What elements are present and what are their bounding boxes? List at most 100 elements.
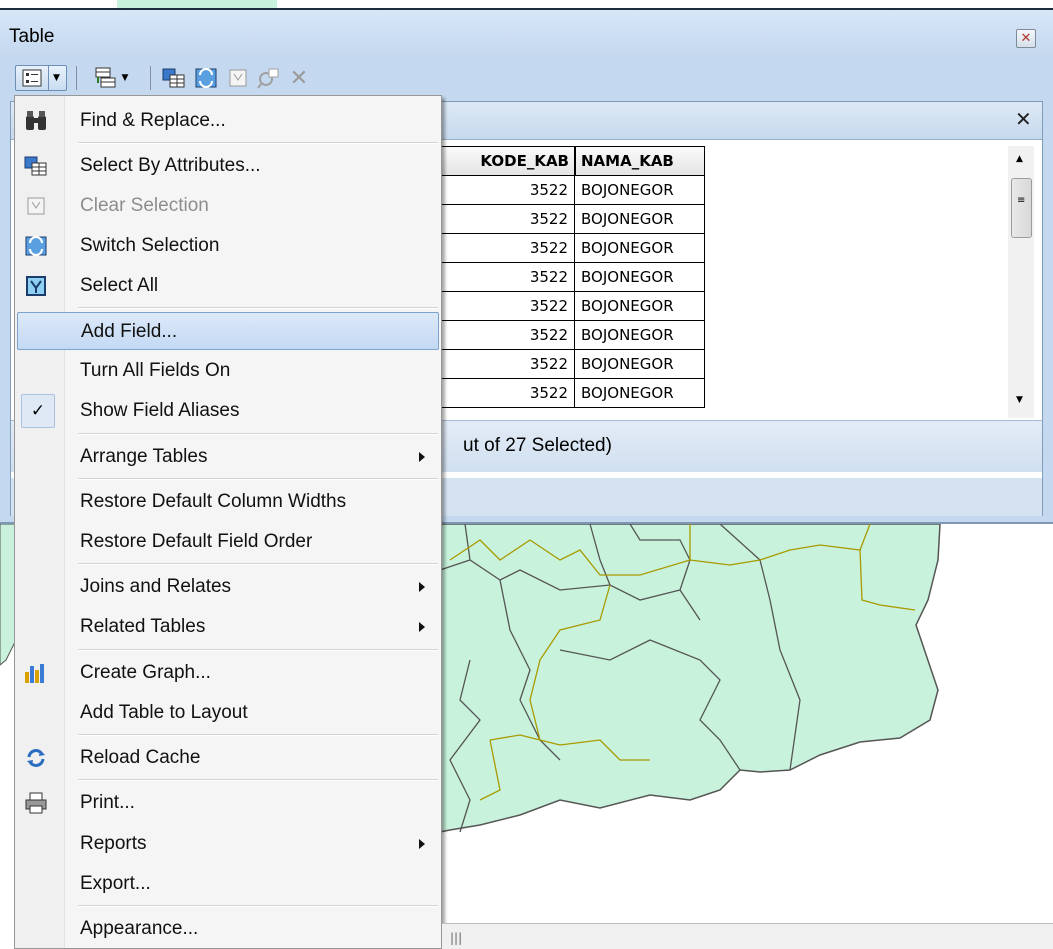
submenu-arrow-icon [419, 582, 425, 592]
menu-item-label: Select All [80, 275, 159, 296]
close-tab-icon[interactable]: ✕ [1015, 107, 1032, 131]
menu-item-joins-and-relates[interactable]: Joins and Relates [17, 568, 439, 606]
menu-item-reload-cache[interactable]: Reload Cache [17, 739, 439, 777]
map-region-top [117, 0, 277, 8]
menu-item-restore-default-field-order[interactable]: Restore Default Field Order [17, 523, 439, 561]
table-cell[interactable]: 3522 [441, 321, 575, 350]
select-all-icon [23, 273, 49, 299]
menu-item-label: Joins and Relates [80, 576, 232, 597]
table-cell[interactable]: BOJONEGOR [575, 205, 705, 234]
printer-icon [23, 790, 49, 816]
window-title: Table [9, 26, 55, 47]
menu-item-appearance[interactable]: Appearance... [17, 910, 439, 948]
clear-selection-icon [229, 69, 247, 87]
menu-item-select-all[interactable]: Select All [17, 267, 439, 305]
table-options-button[interactable]: ▼ [15, 65, 67, 91]
menu-item-label: Print... [80, 792, 135, 813]
table-cell[interactable]: BOJONEGOR [575, 176, 705, 205]
submenu-arrow-icon [419, 839, 425, 849]
submenu-arrow-icon [419, 622, 425, 632]
close-icon: ✕ [1020, 31, 1032, 46]
table-cell[interactable]: BOJONEGOR [575, 263, 705, 292]
menu-item-create-graph[interactable]: Create Graph... [17, 654, 439, 692]
table-cell[interactable]: 3522 [441, 292, 575, 321]
menu-item-related-tables[interactable]: Related Tables [17, 608, 439, 646]
menu-item-find-replace[interactable]: Find & Replace... [17, 102, 439, 140]
bar-chart-icon [23, 660, 49, 686]
menu-separator [78, 649, 438, 651]
menu-item-label: Restore Default Column Widths [80, 491, 347, 512]
switch-selection-toolbar-button[interactable] [192, 65, 220, 91]
scroll-up-icon[interactable]: ▲ [1016, 154, 1023, 164]
title-bar: Table ✕ [0, 10, 1053, 58]
table-cell[interactable]: BOJONEGOR [575, 379, 705, 408]
refresh-icon [23, 745, 49, 771]
table-cell[interactable]: 3522 [441, 263, 575, 292]
menu-item-add-field[interactable]: Add Field... [17, 312, 439, 350]
menu-item-label: Add Table to Layout [80, 702, 248, 723]
table-cell[interactable]: BOJONEGOR [575, 292, 705, 321]
scroll-down-icon[interactable]: ▼ [1016, 395, 1023, 405]
menu-item-add-table-to-layout[interactable]: Add Table to Layout [17, 694, 439, 732]
menu-item-label: Turn All Fields On [80, 360, 231, 381]
menu-item-reports[interactable]: Reports [17, 825, 439, 863]
table-cell[interactable]: BOJONEGOR [575, 234, 705, 263]
related-tables-button[interactable]: ▼ [86, 65, 136, 91]
table-cell[interactable]: BOJONEGOR [575, 350, 705, 379]
zoom-to-selected-toolbar-button[interactable] [255, 65, 281, 91]
select-by-attributes-icon [162, 68, 185, 88]
menu-item-label: Reports [80, 833, 147, 854]
menu-item-label: Appearance... [80, 918, 199, 939]
menu-separator [78, 307, 438, 309]
close-window-button[interactable]: ✕ [1016, 29, 1036, 48]
clear-selection-toolbar-button[interactable] [225, 65, 251, 91]
menu-item-show-field-aliases[interactable]: ✓ Show Field Aliases [17, 392, 439, 430]
menu-item-turn-all-fields-on[interactable]: Turn All Fields On [17, 352, 439, 390]
menu-separator [78, 779, 438, 781]
table-options-icon [22, 69, 42, 87]
column-header-kode-kab[interactable]: KODE_KAB [441, 146, 575, 176]
menu-separator [78, 142, 438, 144]
menu-item-label: Restore Default Field Order [80, 531, 313, 552]
select-by-attributes-toolbar-button[interactable] [160, 65, 188, 91]
menu-item-label: Export... [80, 873, 151, 894]
table-cell[interactable]: 3522 [441, 350, 575, 379]
related-tables-icon [95, 67, 116, 88]
checkmark-icon: ✓ [21, 394, 55, 428]
menu-separator [78, 734, 438, 736]
clear-selection-icon [23, 193, 49, 219]
menu-item-label: Add Field... [81, 321, 178, 342]
menu-item-switch-selection[interactable]: Switch Selection [17, 227, 439, 265]
submenu-arrow-icon [419, 452, 425, 462]
scrollbar-thumb[interactable]: ≡ [1011, 178, 1032, 238]
menu-item-print[interactable]: Print... [17, 784, 439, 822]
menu-separator [78, 433, 438, 435]
column-header-nama-kab[interactable]: NAMA_KAB [575, 146, 705, 176]
table-cell[interactable]: 3522 [441, 379, 575, 408]
dropdown-arrow-icon: ▼ [53, 73, 60, 83]
horizontal-scrollbar[interactable]: ||| [442, 923, 1053, 949]
menu-item-arrange-tables[interactable]: Arrange Tables [17, 438, 439, 476]
zoom-to-selected-icon [257, 68, 279, 89]
menu-item-restore-default-column-widths[interactable]: Restore Default Column Widths [17, 483, 439, 521]
table-cell[interactable]: 3522 [441, 176, 575, 205]
menu-item-export[interactable]: Export... [17, 865, 439, 903]
table-cell[interactable]: 3522 [441, 205, 575, 234]
table-options-menu: Find & Replace... Select By Attributes...… [14, 95, 442, 949]
table-toolbar: ▼ ▼ ✕ [10, 58, 1053, 98]
menu-item-label: Show Field Aliases [80, 400, 240, 421]
vertical-scrollbar[interactable]: ▲ ≡ ▼ [1008, 146, 1034, 418]
menu-item-select-by-attributes[interactable]: Select By Attributes... [17, 147, 439, 185]
menu-item-label: Clear Selection [80, 195, 209, 216]
switch-selection-icon [195, 68, 217, 88]
grip-icon: ||| [450, 931, 463, 945]
grip-icon: ≡ [1017, 195, 1026, 206]
delete-selected-icon: ✕ [289, 65, 309, 91]
delete-selected-toolbar-button[interactable]: ✕ [286, 65, 312, 91]
menu-item-label: Select By Attributes... [80, 155, 261, 176]
table-cell[interactable]: 3522 [441, 234, 575, 263]
menu-item-label: Create Graph... [80, 662, 211, 683]
table-cell[interactable]: BOJONEGOR [575, 321, 705, 350]
menu-item-label: Related Tables [80, 616, 206, 637]
menu-separator [78, 905, 438, 907]
